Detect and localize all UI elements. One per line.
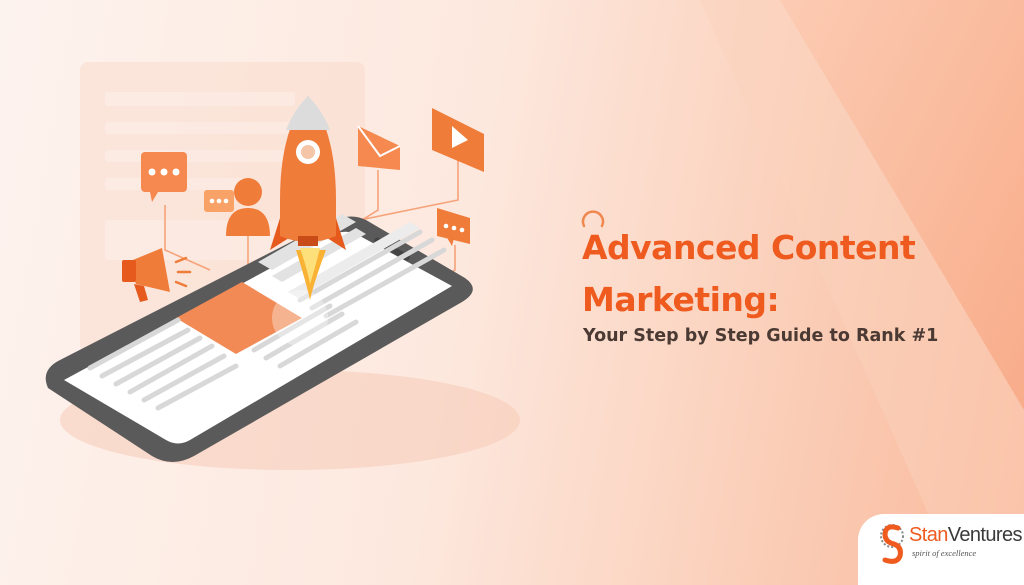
small-chat-bubble-icon bbox=[204, 190, 234, 212]
banner: Advanced Content Marketing: Your Step by… bbox=[0, 0, 1024, 585]
logo-brand: StanVentures bbox=[909, 524, 1023, 547]
chat-bubble-right-icon bbox=[437, 208, 470, 246]
stanventures-s-mark-icon bbox=[880, 524, 904, 564]
subtitle: Your Step by Step Guide to Rank #1 bbox=[583, 326, 939, 346]
logo-brand-part2: Ventures bbox=[947, 524, 1023, 546]
logo-brand-part1: Stan bbox=[909, 524, 948, 546]
headline-line-2: Marketing: bbox=[582, 280, 780, 319]
headline: Advanced Content Marketing: bbox=[582, 222, 916, 326]
headline-line-1: Advanced Content bbox=[582, 228, 916, 267]
email-icon bbox=[357, 125, 401, 170]
logo-tagline: spirit of excellence bbox=[912, 548, 977, 558]
